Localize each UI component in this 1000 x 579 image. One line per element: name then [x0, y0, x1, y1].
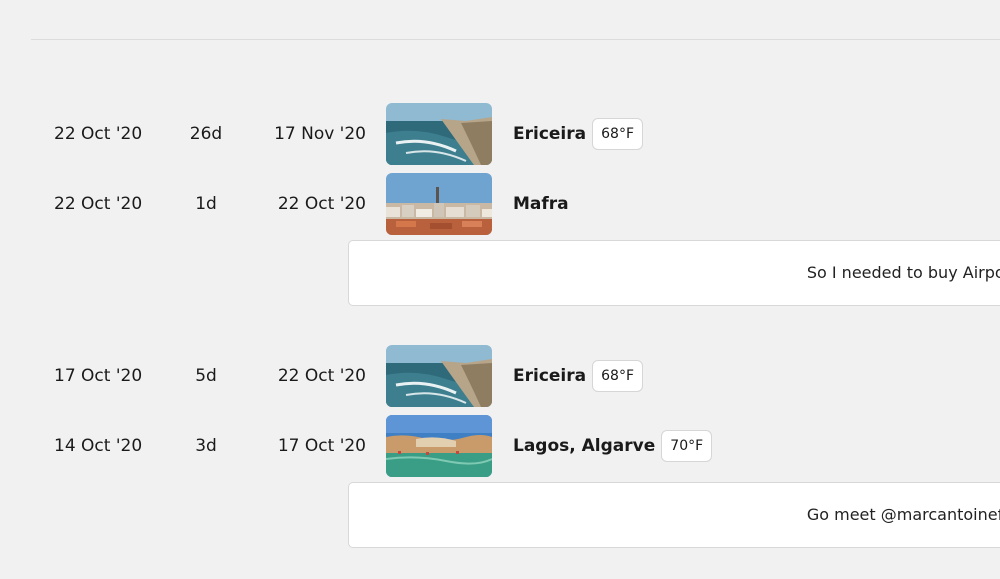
- trip-start-date: 14 Oct '20: [54, 436, 143, 456]
- trip-end-date: 17 Oct '20: [277, 436, 366, 456]
- trip-start-date: 22 Oct '20: [54, 124, 143, 144]
- trip-place: Ericeira 68°F: [513, 345, 643, 407]
- trip-row[interactable]: 22 Oct '20 1d 22 Oct '20 Mafra: [0, 173, 1000, 235]
- trip-note[interactable]: So I needed to buy Airpods: [348, 240, 1000, 306]
- trip-duration: 5d: [195, 366, 217, 386]
- note-text: So I needed to buy Airpods: [806, 263, 1000, 282]
- note-text: Go meet @marcantoinefon: [806, 505, 1000, 524]
- trip-end-date: 22 Oct '20: [277, 366, 366, 386]
- trip-duration: 3d: [195, 436, 217, 456]
- coast-cliffs-photo: [386, 103, 492, 165]
- trip-row[interactable]: 22 Oct '20 26d 17 Nov '20 Ericeira 68°F: [0, 103, 1000, 165]
- trip-end-date: 17 Nov '20: [274, 124, 366, 144]
- trip-place: Lagos, Algarve 70°F: [513, 415, 713, 477]
- temperature-badge: 68°F: [592, 360, 643, 392]
- place-name: Mafra: [513, 194, 569, 214]
- place-name: Ericeira: [513, 124, 587, 144]
- trip-duration: 1d: [195, 194, 217, 214]
- place-name: Ericeira: [513, 366, 587, 386]
- temperature-badge: 68°F: [592, 118, 643, 150]
- header-divider: [31, 39, 1000, 40]
- temperature-badge: 70°F: [661, 430, 713, 462]
- trip-duration: 26d: [189, 124, 223, 144]
- trip-row[interactable]: 17 Oct '20 5d 22 Oct '20 Ericeira 68°F: [0, 345, 1000, 407]
- trip-row[interactable]: 14 Oct '20 3d 17 Oct '20 Lagos, Algarve …: [0, 415, 1000, 477]
- trip-note[interactable]: Go meet @marcantoinefon: [348, 482, 1000, 548]
- coast-cliffs-photo: [386, 345, 492, 407]
- beach-bay-photo: [386, 415, 492, 477]
- trip-end-date: 22 Oct '20: [277, 194, 366, 214]
- trip-start-date: 17 Oct '20: [54, 366, 143, 386]
- trip-place: Mafra: [513, 173, 569, 235]
- trip-start-date: 22 Oct '20: [54, 194, 143, 214]
- place-name: Lagos, Algarve: [513, 436, 656, 456]
- town-rooftops-photo: [386, 173, 492, 235]
- trip-place: Ericeira 68°F: [513, 103, 643, 165]
